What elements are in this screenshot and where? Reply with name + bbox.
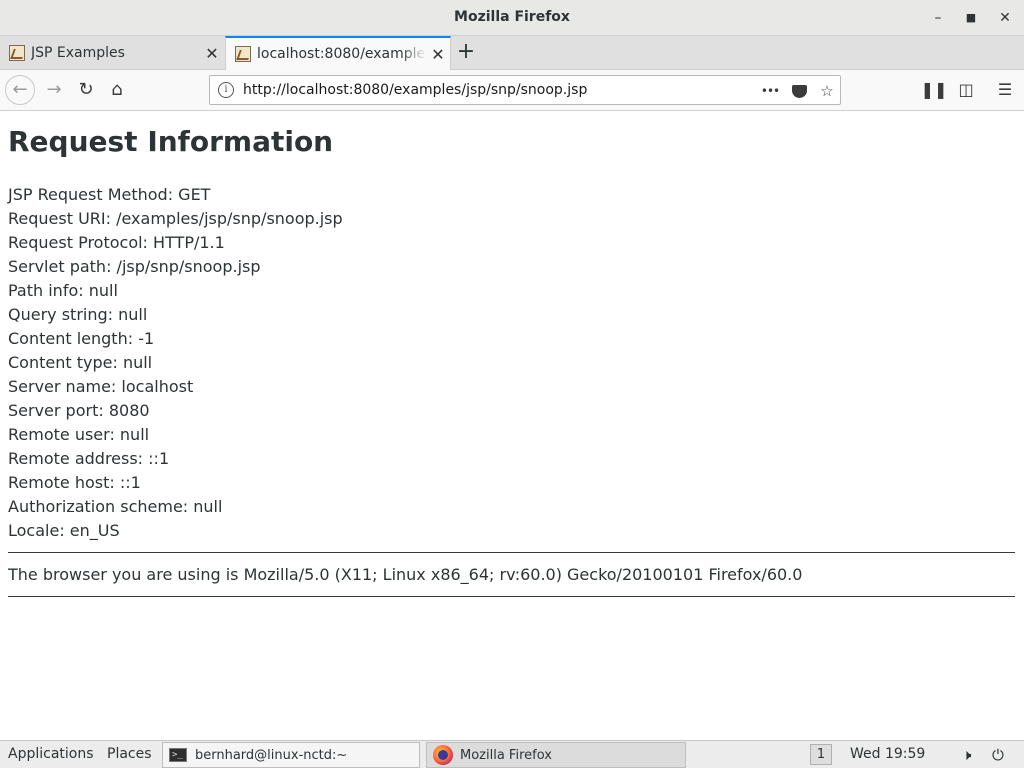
- new-tab-icon[interactable]: +: [452, 36, 480, 70]
- forward-arrow-icon[interactable]: →: [40, 76, 68, 104]
- request-info-list: JSP Request Method: GET Request URI: /ex…: [8, 185, 343, 545]
- info-line: Server port: 8080: [8, 401, 150, 420]
- tab-snoop[interactable]: localhost:8080/examples/jsp/snp/snoop.js…: [225, 36, 451, 70]
- power-icon[interactable]: ⏻: [992, 746, 1004, 764]
- user-agent-text: The browser you are using is Mozilla/5.0…: [8, 565, 803, 584]
- clock[interactable]: Wed 19:59: [850, 746, 925, 762]
- maximize-icon[interactable]: ■: [961, 8, 981, 28]
- taskbar-window-terminal[interactable]: >_ bernhard@linux-nctd:~: [162, 742, 420, 768]
- bookmark-star-icon[interactable]: ☆: [815, 79, 839, 103]
- close-tab-icon[interactable]: ✕: [426, 45, 450, 64]
- taskbar-window-firefox[interactable]: Mozilla Firefox: [426, 742, 686, 768]
- page-title: Request Information: [8, 125, 334, 158]
- info-line: Locale: en_US: [8, 521, 120, 540]
- tomcat-favicon-icon: [9, 45, 25, 61]
- sidebar-icon[interactable]: ◫: [952, 76, 980, 104]
- taskbar-window-label: bernhard@linux-nctd:~: [195, 747, 348, 763]
- info-line: Servlet path: /jsp/snp/snoop.jsp: [8, 257, 261, 276]
- info-line: Content type: null: [8, 353, 153, 372]
- tab-jsp-examples[interactable]: JSP Examples ✕: [0, 36, 224, 70]
- firefox-icon: [433, 745, 453, 765]
- info-line: Remote host: ::1: [8, 473, 141, 492]
- nav-toolbar: ← → ↻ ⌂ i http://localhost:8080/examples…: [0, 70, 1024, 111]
- close-icon[interactable]: ✕: [995, 8, 1015, 28]
- taskbar-window-label: Mozilla Firefox: [460, 747, 552, 763]
- info-line: Request Protocol: HTTP/1.1: [8, 233, 225, 252]
- pocket-icon[interactable]: [787, 79, 811, 103]
- url-bar[interactable]: i http://localhost:8080/examples/jsp/snp…: [209, 75, 841, 105]
- terminal-icon: >_: [169, 748, 187, 762]
- info-line: Remote user: null: [8, 425, 150, 444]
- library-icon[interactable]: ❚❚: [920, 76, 948, 104]
- info-line: Request URI: /examples/jsp/snp/snoop.jsp: [8, 209, 343, 228]
- menu-hamburger-icon[interactable]: ☰: [991, 76, 1019, 104]
- url-text[interactable]: http://localhost:8080/examples/jsp/snp/s…: [243, 82, 587, 98]
- page-content: Request Information JSP Request Method: …: [0, 111, 1024, 740]
- info-line: Remote address: ::1: [8, 449, 170, 468]
- info-line: Query string: null: [8, 305, 148, 324]
- horizontal-rule: [8, 596, 1015, 597]
- tab-label: JSP Examples: [31, 45, 125, 61]
- page-actions-icon[interactable]: •••: [758, 79, 782, 103]
- tab-strip: JSP Examples ✕ localhost:8080/examples/j…: [0, 36, 1024, 70]
- close-tab-icon[interactable]: ✕: [200, 44, 224, 63]
- volume-icon[interactable]: 🕨: [962, 746, 971, 764]
- applications-menu[interactable]: Applications: [8, 746, 94, 762]
- horizontal-rule: [8, 552, 1015, 553]
- back-arrow-icon[interactable]: ←: [5, 75, 35, 105]
- info-line: Path info: null: [8, 281, 118, 300]
- desktop-taskbar: Applications Places >_ bernhard@linux-nc…: [0, 740, 1024, 768]
- home-icon[interactable]: ⌂: [103, 76, 131, 104]
- tomcat-favicon-icon: [235, 46, 251, 62]
- info-line: JSP Request Method: GET: [8, 185, 211, 204]
- window-titlebar: Mozilla Firefox – ■ ✕: [0, 0, 1024, 36]
- tab-label: localhost:8080/examples/jsp/snp/snoop.js…: [257, 46, 426, 62]
- info-line: Server name: localhost: [8, 377, 194, 396]
- info-line: Content length: -1: [8, 329, 155, 348]
- minimize-icon[interactable]: –: [928, 8, 948, 28]
- places-menu[interactable]: Places: [107, 746, 152, 762]
- reload-icon[interactable]: ↻: [72, 76, 100, 104]
- site-info-icon[interactable]: i: [218, 82, 234, 98]
- window-title: Mozilla Firefox: [454, 9, 570, 25]
- info-line: Authorization scheme: null: [8, 497, 223, 516]
- workspace-indicator[interactable]: 1: [810, 744, 832, 765]
